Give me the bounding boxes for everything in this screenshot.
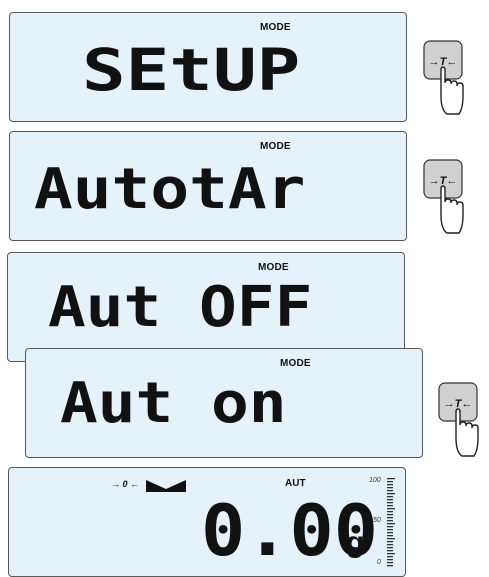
bargraph-scale xyxy=(387,478,395,567)
display-aut-on: MODE Aut on xyxy=(25,348,423,458)
display-autotare: MODE AutotAr xyxy=(9,131,407,241)
tare-label: →T← xyxy=(429,56,458,68)
bargraph-tick xyxy=(387,487,393,489)
bargraph-tick xyxy=(387,547,393,549)
bargraph-tick xyxy=(387,496,393,498)
bargraph-tick xyxy=(387,553,395,555)
bargraph-tick xyxy=(387,502,393,504)
bargraph-tick xyxy=(387,493,395,495)
bargraph-tick xyxy=(387,541,393,543)
tare-button[interactable]: →T← xyxy=(423,159,465,237)
bargraph-tick xyxy=(387,490,393,492)
bargraph-tick xyxy=(387,544,393,546)
bar-label-bottom: 0 xyxy=(377,559,381,566)
stability-icon xyxy=(146,480,186,492)
bargraph-tick xyxy=(387,478,395,480)
bargraph-tick xyxy=(387,523,395,525)
bar-label-top: 100 xyxy=(369,477,381,484)
bargraph-tick xyxy=(387,559,393,561)
bargraph-tick xyxy=(387,535,393,537)
bargraph-tick xyxy=(387,529,393,531)
display-weighing: → 0 ← AUT 0.00 g 100 50 0 xyxy=(8,467,406,577)
tare-label: →T← xyxy=(444,398,473,410)
bargraph-tick xyxy=(387,562,393,564)
mode-label: MODE xyxy=(260,141,291,152)
tare-label: →T← xyxy=(429,175,458,187)
bargraph-tick xyxy=(387,514,393,516)
bargraph-tick xyxy=(387,556,393,558)
bargraph-tick xyxy=(387,532,393,534)
mode-label: MODE xyxy=(280,358,311,369)
bargraph-tick xyxy=(387,481,393,483)
unit-label: g xyxy=(346,526,365,559)
tare-button[interactable]: →T← xyxy=(423,40,465,118)
bargraph-tick xyxy=(387,505,393,507)
bargraph-tick xyxy=(387,508,395,510)
display-text: SEtUP xyxy=(82,36,301,104)
bargraph-tick xyxy=(387,520,393,522)
aut-label: AUT xyxy=(285,478,306,489)
zero-indicator: → 0 ← xyxy=(111,479,140,489)
bargraph-tick xyxy=(387,538,395,540)
display-setup: MODE SEtUP xyxy=(9,12,407,122)
bargraph-tick xyxy=(387,517,393,519)
display-text: AutotAr xyxy=(34,157,306,222)
bargraph-tick xyxy=(387,526,393,528)
mode-label: MODE xyxy=(260,22,291,33)
bargraph-tick xyxy=(387,511,393,513)
display-aut-off: MODE Aut OFF xyxy=(7,252,405,362)
bargraph-tick xyxy=(387,550,393,552)
mode-label: MODE xyxy=(258,262,289,273)
bargraph-tick xyxy=(387,484,393,486)
bargraph-tick xyxy=(387,565,393,567)
bar-label-mid: 50 xyxy=(373,517,381,524)
tare-button[interactable]: →T← xyxy=(438,382,480,460)
display-text: Aut on xyxy=(60,371,287,436)
bargraph-tick xyxy=(387,499,393,501)
display-text: Aut OFF xyxy=(48,275,313,340)
